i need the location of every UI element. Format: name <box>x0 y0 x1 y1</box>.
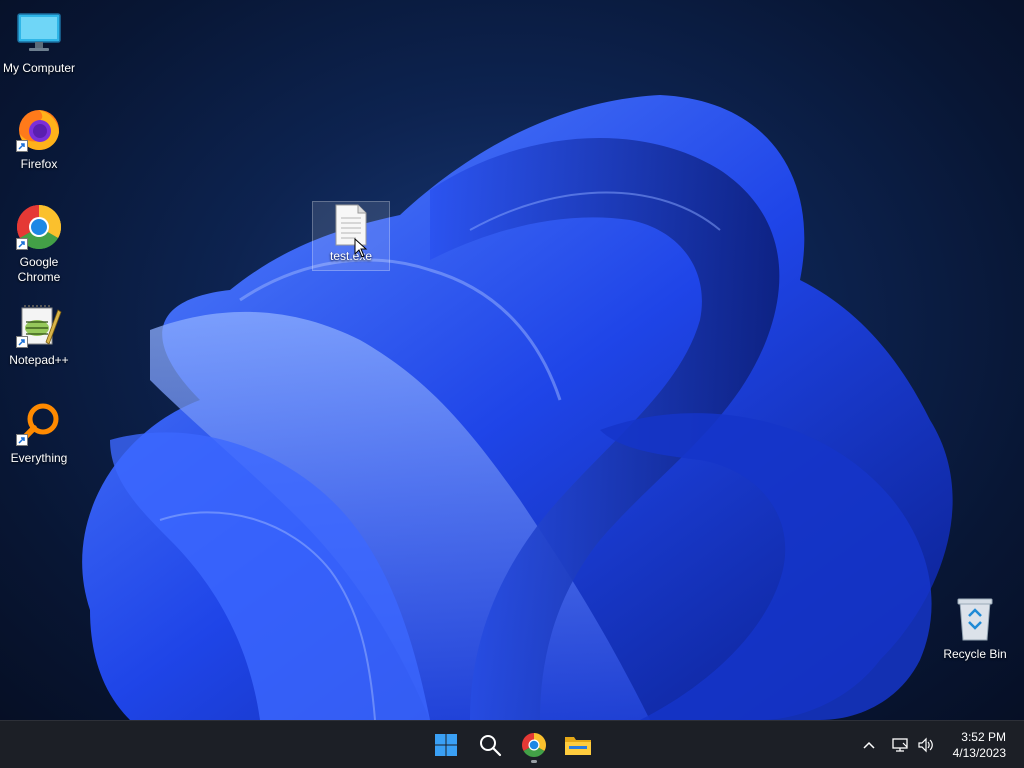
chrome-icon <box>14 202 64 252</box>
monitor-icon <box>14 8 64 58</box>
taskbar-clock[interactable]: 3:52 PM 4/13/2023 <box>953 729 1006 761</box>
network-icon <box>892 738 908 752</box>
wallpaper-bloom <box>82 95 953 720</box>
desktop-icon-label: Everything <box>10 451 68 465</box>
desktop-icon-my-computer[interactable]: My Computer <box>1 8 77 76</box>
file-explorer-icon <box>565 737 591 755</box>
shortcut-arrow-icon <box>16 336 28 348</box>
shortcut-arrow-icon <box>16 238 28 250</box>
taskbar-chrome-button[interactable] <box>514 725 554 765</box>
desktop-icon-notepad-plus-plus[interactable]: Notepad++ <box>1 300 77 368</box>
notepadpp-icon <box>14 300 64 350</box>
desktop-icon-firefox[interactable]: Firefox <box>1 104 77 172</box>
mouse-cursor-icon <box>354 238 368 258</box>
desktop-icon-test-exe[interactable]: test.exe <box>312 201 390 271</box>
tray-overflow-button[interactable] <box>858 731 880 759</box>
file-icon <box>326 202 376 248</box>
desktop-icon-label: Recycle Bin <box>943 647 1007 661</box>
desktop-icon-label: Google Chrome <box>17 255 61 284</box>
desktop[interactable]: My Computer Firefox Google Chrome Notepa… <box>0 0 1024 720</box>
everything-search-icon <box>14 398 64 448</box>
search-button[interactable] <box>470 725 510 765</box>
shortcut-arrow-icon <box>16 140 28 152</box>
desktop-icon-everything[interactable]: Everything <box>1 398 77 466</box>
taskbar-file-explorer-button[interactable] <box>558 725 598 765</box>
firefox-icon <box>14 104 64 154</box>
windows-start-icon <box>435 734 457 756</box>
running-indicator <box>531 760 537 763</box>
chrome-icon <box>522 733 546 757</box>
search-icon <box>480 735 502 757</box>
clock-date: 4/13/2023 <box>952 746 1006 760</box>
start-button[interactable] <box>426 725 466 765</box>
shortcut-arrow-icon <box>16 434 28 446</box>
desktop-icon-recycle-bin[interactable]: Recycle Bin <box>937 594 1013 662</box>
chevron-up-icon <box>863 741 875 749</box>
recycle-bin-icon <box>950 594 1000 644</box>
network-status-button[interactable] <box>888 731 912 759</box>
desktop-icon-label: My Computer <box>2 61 76 75</box>
clock-time: 3:52 PM <box>961 730 1006 744</box>
volume-icon <box>918 737 933 753</box>
desktop-icon-label: Notepad++ <box>9 353 69 367</box>
taskbar: 3:52 PM 4/13/2023 <box>0 720 1024 768</box>
desktop-icon-google-chrome[interactable]: Google Chrome <box>1 202 77 285</box>
volume-button[interactable] <box>914 731 938 759</box>
desktop-icon-label: Firefox <box>20 157 58 171</box>
